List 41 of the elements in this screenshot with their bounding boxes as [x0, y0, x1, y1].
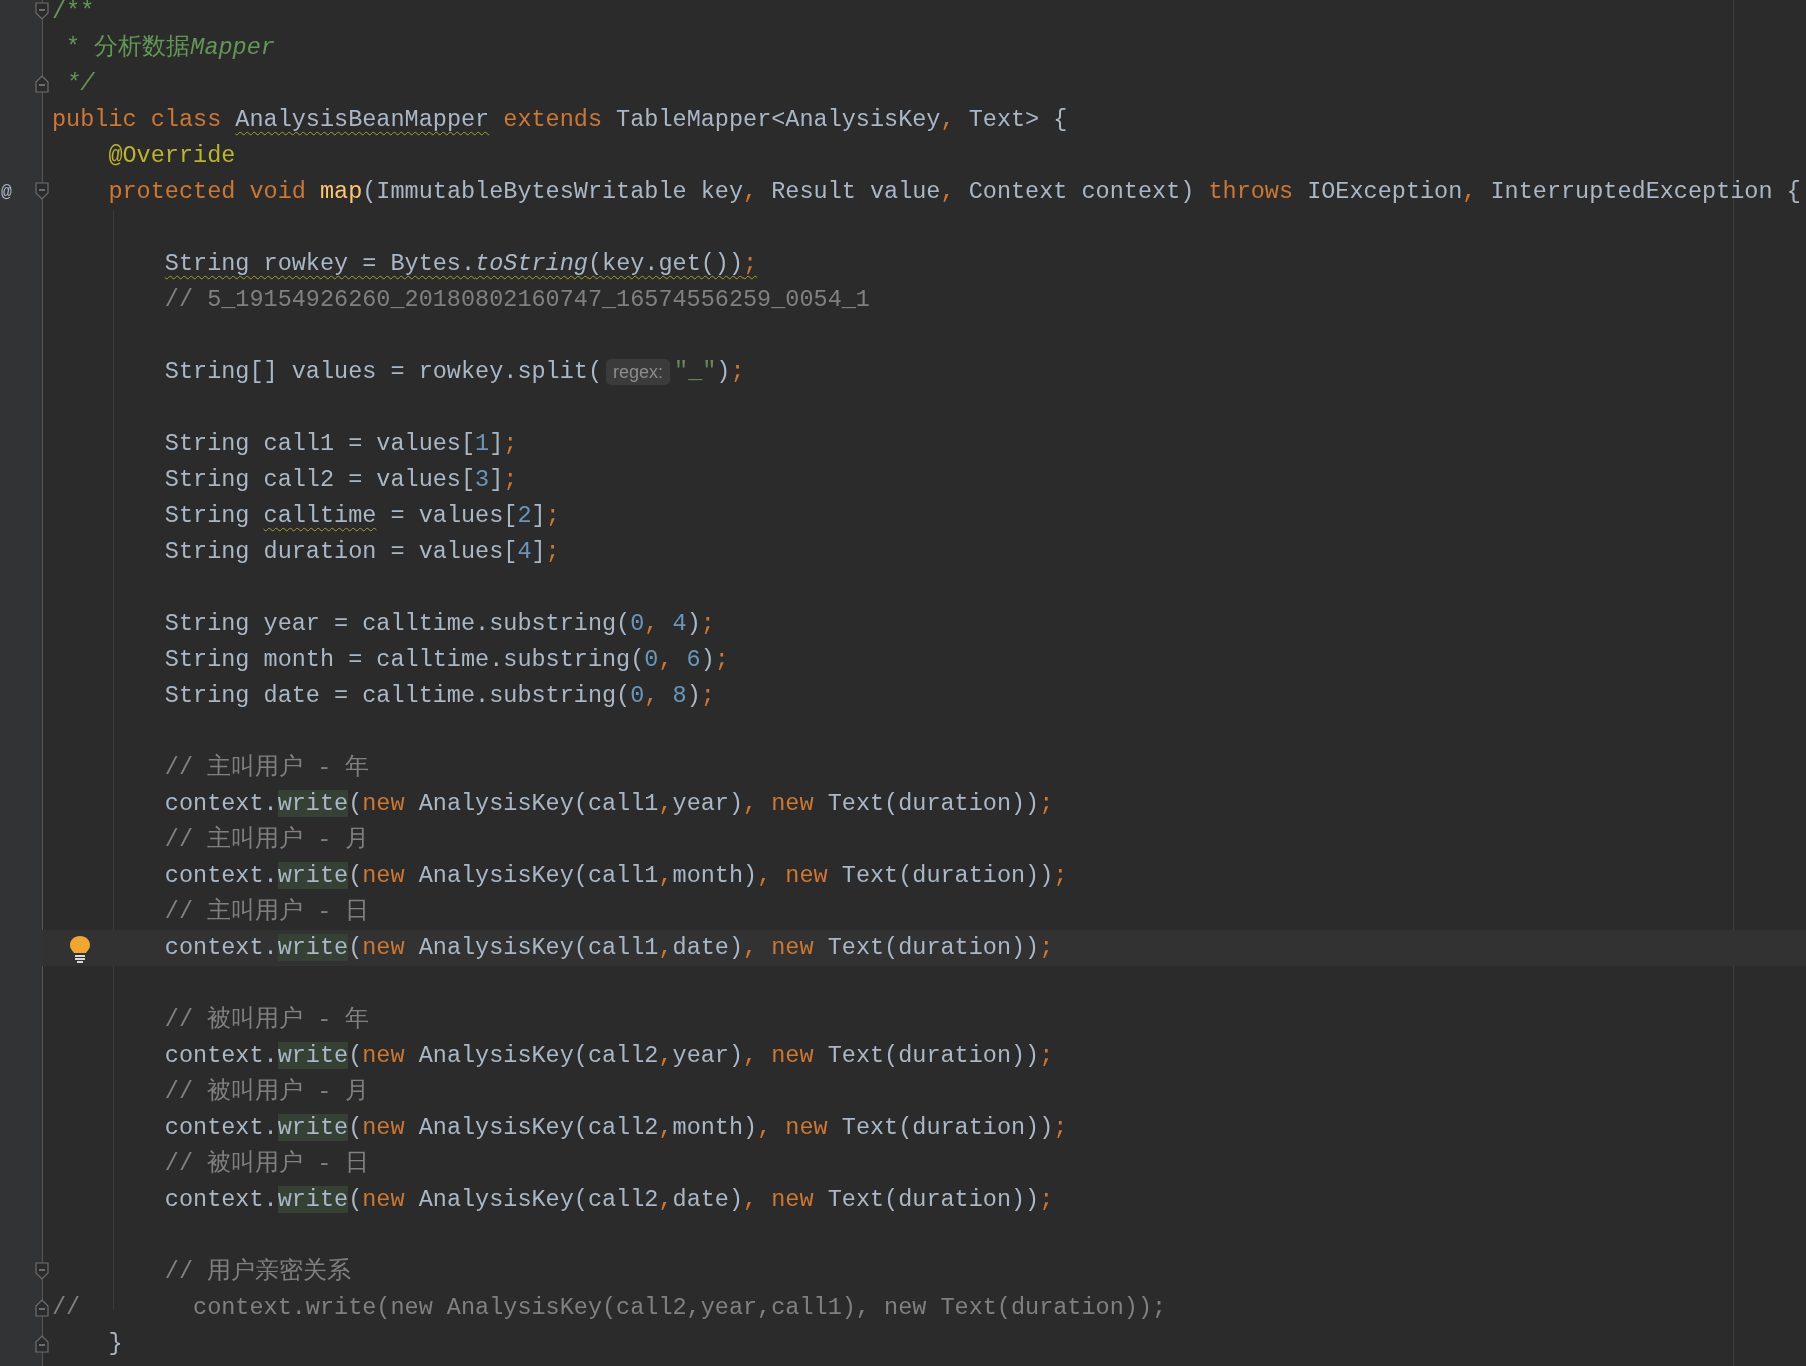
code-text: String call1 = values[1];: [163, 429, 518, 460]
fold-icon[interactable]: [35, 182, 49, 200]
override-marker[interactable]: @: [1, 178, 12, 206]
code-text: context.write(new AnalysisKey(call1,year), new Text(duration));: [163, 789, 1054, 820]
code-text: context.write(new AnalysisKey(call2,date), new Text(duration));: [163, 1185, 1054, 1216]
code-text: * 分析数据Mapper: [65, 33, 275, 64]
code-text: String date = calltime.substring(0, 8);: [163, 681, 715, 712]
code-text: context.write(new AnalysisKey(call2,year), new Text(duration));: [163, 1041, 1054, 1072]
fold-icon[interactable]: [35, 1299, 49, 1317]
code-text: context.write(new AnalysisKey(call2,month), new Text(duration));: [163, 1113, 1068, 1144]
fold-icon[interactable]: [35, 75, 49, 93]
fold-icon[interactable]: [35, 1335, 49, 1353]
code-text: @Override: [107, 141, 236, 172]
code-text: // 用户亲密关系: [163, 1257, 352, 1288]
code-text: // 5_19154926260_20180802160747_16574556259_0054_1: [163, 285, 870, 316]
code-text: // 被叫用户 - 年: [163, 1005, 370, 1036]
code-text: // 被叫用户 - 日: [163, 1149, 370, 1180]
code-text: public class AnalysisBeanMapper extends TableMapper<AnalysisKey, Text> {: [52, 105, 1068, 136]
code-text: protected void map(ImmutableBytesWritable key, Result value, Context context) throws IOException, InterruptedException {: [107, 177, 1801, 208]
code-text: String call2 = values[3];: [163, 465, 518, 496]
code-text: // 主叫用户 - 年: [163, 752, 370, 784]
code-text: */: [65, 69, 95, 100]
code-text: /**: [52, 0, 95, 28]
code-text: // context.write(new AnalysisKey(call2,year,call1), new Text(duration));: [52, 1293, 1167, 1324]
code-text: "_");: [674, 357, 745, 388]
code-text: String month = calltime.substring(0, 6);: [163, 645, 729, 676]
code-text: // 主叫用户 - 月: [163, 824, 370, 856]
code-text: context.write(new AnalysisKey(call1,month), new Text(duration));: [163, 861, 1068, 892]
parameter-hint: regex:: [606, 359, 671, 385]
code-text: String rowkey = Bytes.toString(key.get());: [163, 249, 758, 280]
code-text: // 主叫用户 - 日: [163, 896, 370, 928]
code-text: String duration = values[4];: [163, 537, 560, 568]
code-text: // 被叫用户 - 月: [163, 1077, 370, 1108]
fold-icon[interactable]: [35, 1262, 49, 1280]
code-text: String[] values = rowkey.split(: [163, 357, 602, 388]
code-text: }: [107, 1329, 123, 1360]
code-text: String calltime = values[2];: [163, 501, 560, 532]
code-text: context.write(new AnalysisKey(call1,date), new Text(duration));: [163, 933, 1054, 964]
lightbulb-icon[interactable]: [69, 935, 91, 963]
fold-icon[interactable]: [35, 2, 49, 20]
code-text: String year = calltime.substring(0, 4);: [163, 609, 715, 640]
